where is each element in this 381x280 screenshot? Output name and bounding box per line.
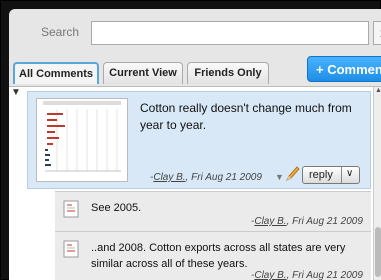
reply-separator [341, 167, 342, 183]
collapse-triangle-icon[interactable]: ▼ [11, 87, 21, 98]
add-comment-button[interactable]: + Comment [307, 56, 381, 82]
comments-pane: ▼ Cotton really doesn't change much from… [9, 87, 373, 280]
reply-button[interactable]: reply ∨ [302, 166, 360, 184]
reply-date: Fri Aug 21 2009 [292, 216, 363, 227]
search-bar: Search x [9, 9, 381, 53]
chevron-down-icon[interactable]: ∨ [346, 168, 353, 179]
reply-label: reply [309, 169, 333, 181]
reply-text: See 2005. [91, 202, 142, 214]
reply-date: Fri Aug 21 2009 [292, 270, 363, 280]
scroll-up-icon[interactable]: ▲ [374, 87, 381, 97]
document-icon [63, 240, 79, 258]
app-frame: Search x All Comments Current View Frien… [0, 0, 381, 280]
reply-meta: -Clay B., Fri Aug 21 2009 [251, 216, 363, 227]
tab-all-comments[interactable]: All Comments [13, 62, 99, 84]
comment-text: Cotton really doesn't change much from y… [140, 101, 352, 132]
scroll-thumb[interactable] [375, 227, 381, 277]
document-icon [63, 200, 79, 218]
tab-current-view[interactable]: Current View [103, 62, 183, 84]
search-label: Search [41, 25, 80, 39]
pencil-icon[interactable] [284, 165, 300, 183]
tab-friends-only[interactable]: Friends Only [187, 62, 269, 84]
author-link[interactable]: Clay B. [254, 270, 286, 280]
author-link[interactable]: Clay B. [153, 172, 185, 183]
search-input[interactable] [91, 21, 369, 45]
chart-thumbnail-graphic [43, 101, 121, 172]
reply-text: ..and 2008. Cotton exports across all st… [91, 242, 346, 270]
comment-meta: -Clay B., Fri Aug 21 2009 [150, 172, 262, 183]
comment-date: Fri Aug 21 2009 [191, 172, 262, 183]
reply-item: ..and 2008. Cotton exports across all st… [55, 231, 371, 280]
reply-meta: -Clay B., Fri Aug 21 2009 [251, 270, 363, 280]
author-link[interactable]: Clay B. [254, 216, 286, 227]
chart-thumbnail[interactable] [36, 98, 128, 182]
reply-item: See 2005. -Clay B., Fri Aug 21 2009 [55, 191, 371, 231]
main-comment: Cotton really doesn't change much from y… [27, 91, 371, 189]
scrollbar[interactable]: ▲ [373, 87, 381, 280]
search-clear-button[interactable]: x [373, 21, 381, 45]
tab-bar: All Comments Current View Friends Only +… [9, 53, 381, 87]
expand-arrow-icon[interactable]: ▼ [275, 172, 284, 182]
